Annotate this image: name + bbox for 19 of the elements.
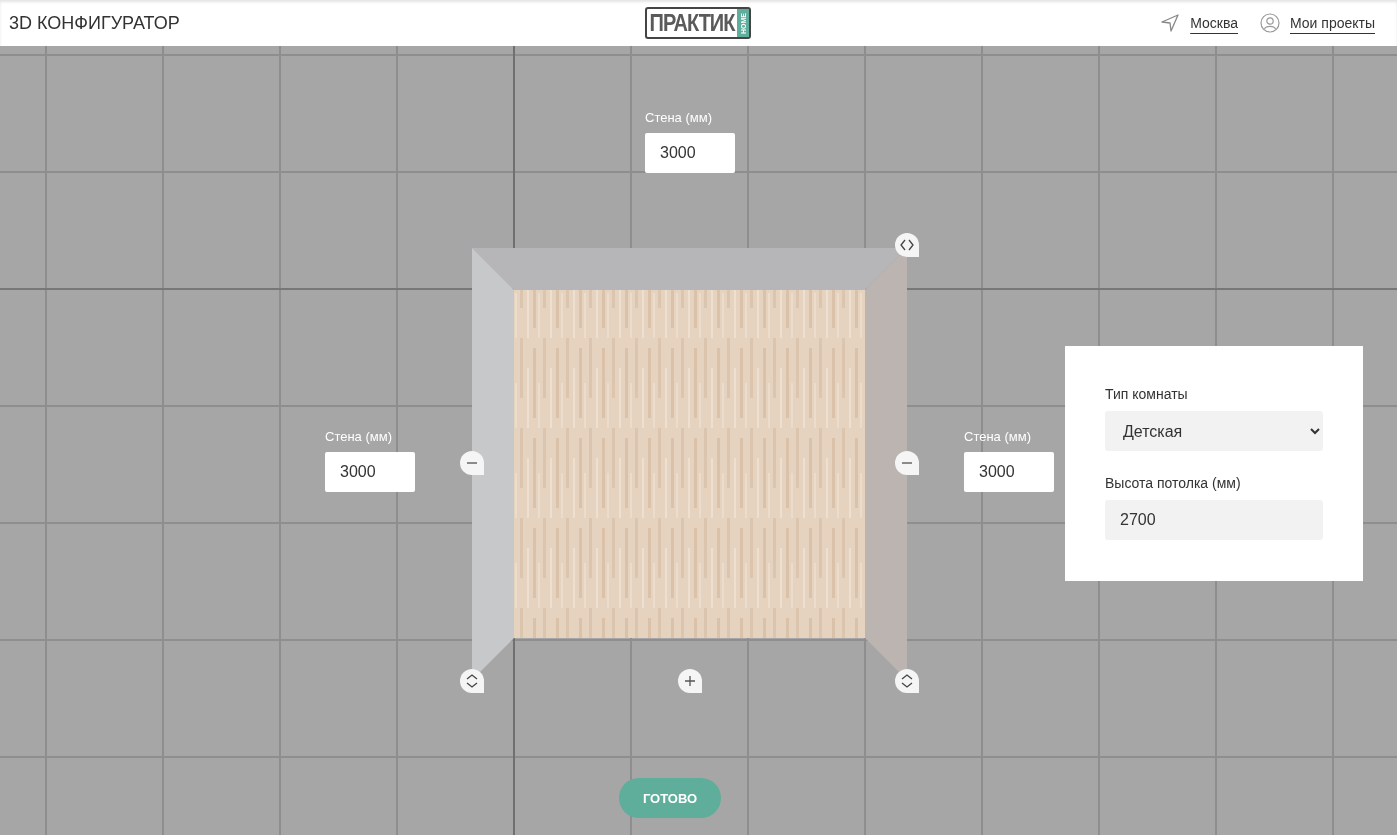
wall-length-label: Стена (мм) <box>964 429 1032 444</box>
user-icon <box>1260 13 1280 33</box>
room-type-select[interactable]: Детская <box>1105 411 1323 451</box>
up-down-arrows-icon[interactable] <box>895 669 919 693</box>
plus-icon[interactable] <box>678 669 702 693</box>
ceiling-height-label: Высота потолка (мм) <box>1105 475 1242 491</box>
room-type-label: Тип комнаты <box>1105 386 1189 402</box>
header-link[interactable]: Мои проекты <box>1290 15 1375 31</box>
left-right-arrows-icon[interactable] <box>895 233 919 257</box>
wall-length-input[interactable]: 3000 <box>325 452 415 492</box>
wall-length-label: Стена (мм) <box>645 110 713 125</box>
header-link[interactable]: Москва <box>1190 15 1238 31</box>
ceiling-height-input[interactable]: 2700 <box>1105 500 1323 540</box>
wall-length-input[interactable]: 3000 <box>964 452 1054 492</box>
up-down-arrows-icon[interactable] <box>460 669 484 693</box>
app-title: 3D КОНФИГУРАТОР <box>9 12 181 34</box>
location-arrow-icon <box>1160 13 1181 33</box>
wall-length-input[interactable]: 3000 <box>645 133 735 173</box>
wall-length-label: Стена (мм) <box>325 429 393 444</box>
